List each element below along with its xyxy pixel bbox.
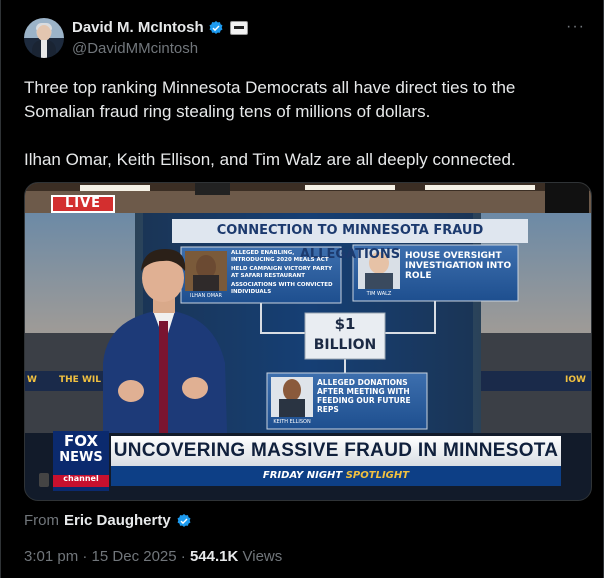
attribution: From Eric Daugherty [24,512,192,529]
attribution-prefix: From [24,512,59,529]
fox-news-logo: FOX NEWS channel [53,433,109,485]
board-title: CONNECTION TO MINNESOTA FRAUD ALLEGATION… [216,223,484,262]
side-text-left-2: THE WIL [59,375,101,385]
post-time[interactable]: 3:01 pm [24,548,78,565]
author-name[interactable]: David M. McIntosh [72,19,204,36]
live-badge: LIVE [64,196,102,211]
chyron-headline: UNCOVERING MASSIVE FRAUD IN MINNESOTA [113,440,559,461]
author-handle[interactable]: @DavidMMcintosh [72,40,198,57]
post-text: Three top ranking Minnesota Democrats al… [24,76,584,172]
separator: · [176,548,190,565]
ellison-caption: KEITH ELLISON [273,419,311,425]
attribution-source[interactable]: Eric Daugherty [64,512,171,529]
center-unit: BILLION [313,337,377,353]
side-text-right: IOW [565,375,586,385]
verified-icon [209,20,223,34]
more-options-icon[interactable]: ··· [566,18,585,36]
post-paragraph: Ilhan Omar, Keith Ellison, and Tim Walz … [24,150,516,169]
ellison-text: ALLEGED DONATIONS AFTER MEETING WITH FEE… [317,378,411,414]
show-name-suffix: SPOTLIGHT [345,470,410,481]
tweet: David M. McIntosh @DavidMMcintosh ··· Th… [0,0,604,578]
omar-bullet: ASSOCIATIONS WITH CONVICTED INDIVIDUALS [231,282,333,295]
post-paragraph: Three top ranking Minnesota Democrats al… [24,78,516,121]
walz-text: HOUSE OVERSIGHT INVESTIGATION INTO ROLE [405,251,512,281]
center-amount: $1 [334,315,356,333]
logo-text: channel [63,474,99,483]
show-name-prefix: FRIDAY NIGHT [262,470,343,481]
logo-text: FOX [63,432,99,450]
separator: · [78,548,92,565]
avatar[interactable] [24,18,64,58]
views-label: Views [238,548,283,565]
omar-bullet: HELD CAMPAIGN VICTORY PARTY AT SAFARI RE… [231,266,333,279]
verified-icon [177,513,191,527]
show-name: FRIDAY NIGHT SPOTLIGHT [111,466,561,486]
affiliation-badge-icon[interactable] [229,20,248,35]
post-meta: 3:01 pm · 15 Dec 2025 · 544.1K Views [24,548,282,565]
media-image[interactable]: LIVE CONNECTION TO MINNESOTA FRAUD ALLEG… [24,182,592,501]
walz-caption: TIM WALZ [366,291,392,297]
side-text-left-1: W [27,375,37,385]
views-count: 544.1K [189,548,239,565]
omar-caption: ILHAN OMAR [190,293,222,299]
omar-bullet: ALLEGED ENABLING, INTRODUCING 2020 MEALS… [231,250,329,263]
post-date[interactable]: 15 Dec 2025 [92,548,177,565]
author-row: David M. McIntosh [72,19,248,36]
logo-text: NEWS [59,450,103,465]
omar-bullets: ALLEGED ENABLING, INTRODUCING 2020 MEALS… [231,250,339,295]
